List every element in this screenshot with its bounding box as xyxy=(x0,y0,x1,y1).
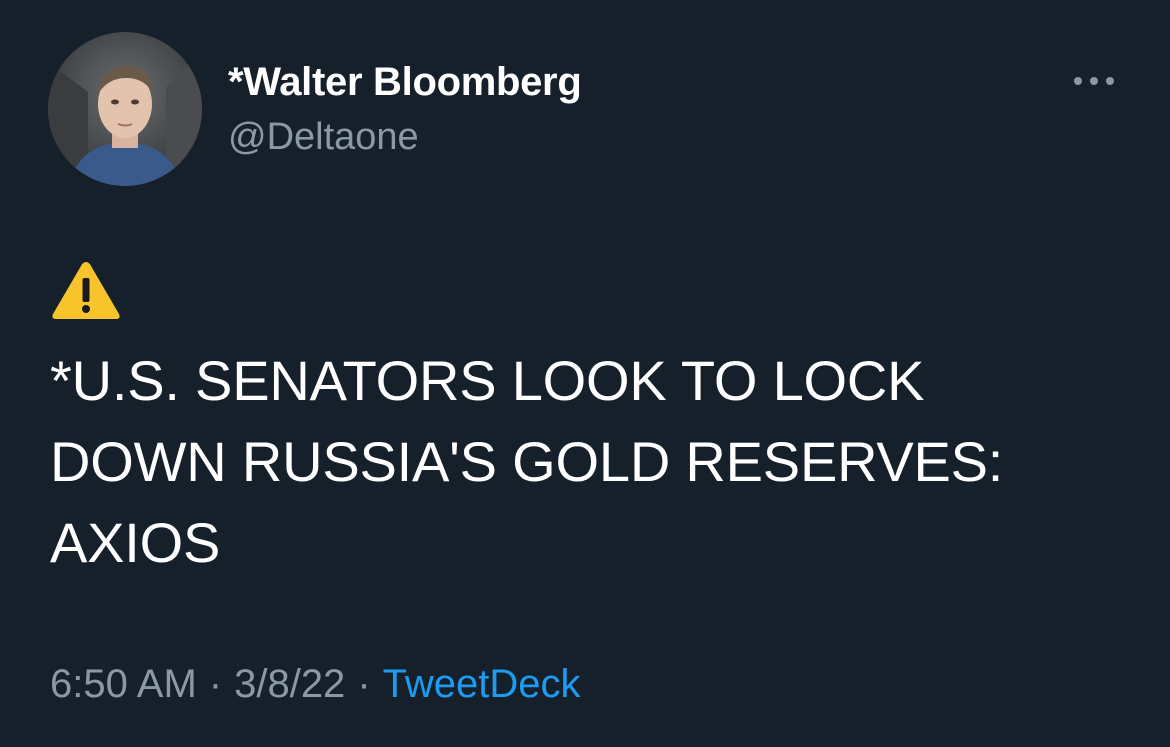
avatar-image xyxy=(48,32,202,186)
author-avatar[interactable] xyxy=(48,32,202,186)
more-dot xyxy=(1106,77,1114,85)
tweet-text: *U.S. SENATORS LOOK TO LOCK DOWN RUSSIA'… xyxy=(50,340,1130,583)
tweet-text-line: *U.S. SENATORS LOOK TO LOCK xyxy=(50,349,925,412)
more-dot xyxy=(1074,77,1082,85)
author-display-name[interactable]: *Walter Bloomberg xyxy=(228,60,582,105)
tweet-text-line: DOWN RUSSIA'S GOLD RESERVES: xyxy=(50,430,1004,493)
tweet-text-line: AXIOS xyxy=(50,511,221,574)
tweet-meta: 6:50 AM · 3/8/22 · TweetDeck xyxy=(50,662,581,707)
meta-separator: · xyxy=(357,662,371,706)
tweet-source-link[interactable]: TweetDeck xyxy=(383,662,581,706)
tweet-date[interactable]: 3/8/22 xyxy=(234,662,345,706)
meta-separator: · xyxy=(208,662,223,706)
more-dot xyxy=(1090,77,1098,85)
tweet-time[interactable]: 6:50 AM xyxy=(50,662,197,706)
warning-icon xyxy=(50,258,122,322)
tweet-card: *Walter Bloomberg @Deltaone *U.S. SENATO… xyxy=(0,0,1170,747)
author-handle[interactable]: @Deltaone xyxy=(228,116,419,159)
more-options-icon[interactable] xyxy=(1070,72,1120,92)
